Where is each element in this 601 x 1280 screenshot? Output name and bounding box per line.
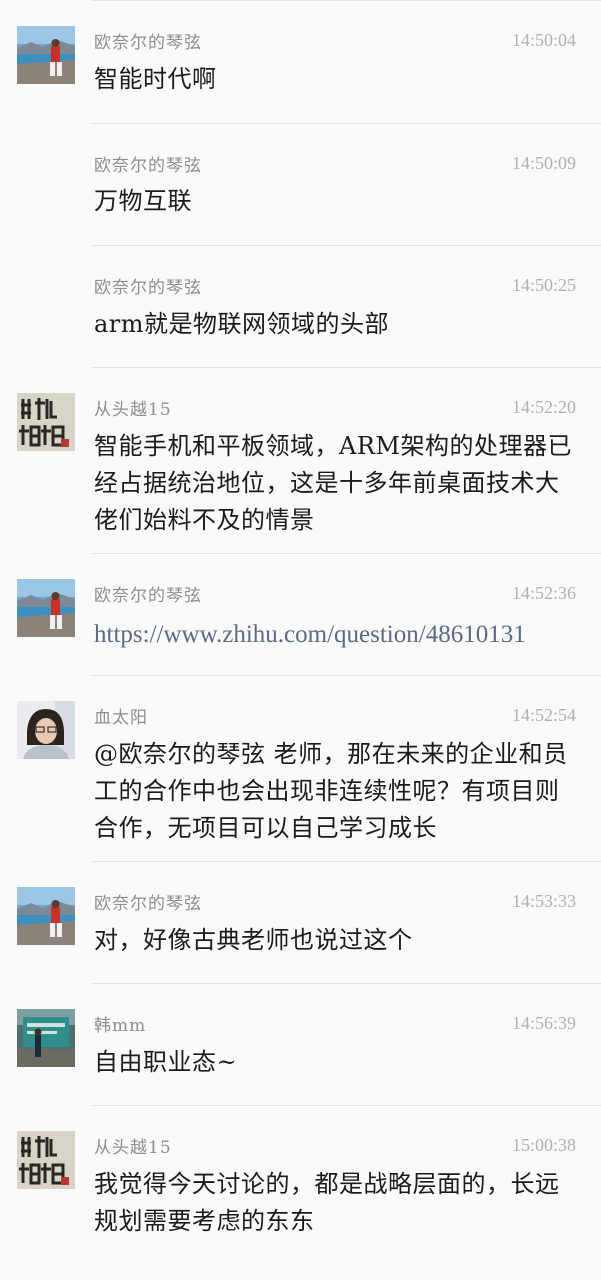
calligraphy-avatar-icon (17, 393, 75, 451)
sender-name: 欧奈尔的琴弦 (94, 586, 202, 606)
avatar[interactable] (17, 701, 75, 759)
chat-message[interactable]: 欧奈尔的琴弦 14:50:09 万物互联 (0, 123, 601, 245)
landscape-avatar-icon (17, 26, 75, 84)
stage-avatar-icon (17, 1009, 75, 1067)
timestamp: 14:52:36 (511, 583, 576, 603)
landscape-avatar-icon (17, 887, 75, 945)
chat-message[interactable]: 欧奈尔的琴弦 14:53:33 对，好像古典老师也说过这个 (0, 861, 601, 983)
sender-name: 欧奈尔的琴弦 (94, 156, 202, 176)
landscape-avatar-icon (17, 579, 75, 637)
chat-message[interactable]: 血太阳 14:52:54 @欧奈尔的琴弦 老师，那在未来的企业和员工的合作中也会… (0, 675, 601, 861)
timestamp: 14:50:25 (511, 275, 576, 295)
sender-name: 韩mm (94, 1016, 147, 1036)
avatar[interactable] (17, 1009, 75, 1067)
avatar[interactable] (17, 579, 75, 637)
message-text: 智能手机和平板领域，ARM架构的处理器已经占据统治地位，这是十多年前桌面技术大佬… (94, 432, 572, 534)
message-text: 对，好像古典老师也说过这个 (94, 926, 413, 954)
sender-name: 血太阳 (94, 708, 148, 728)
timestamp: 14:52:54 (511, 705, 576, 725)
message-text: 我觉得今天讨论的，都是战略层面的，长远规划需要考虑的东东 (94, 1170, 560, 1235)
sender-name: 从头越15 (94, 400, 172, 420)
message-text: @欧奈尔的琴弦 老师，那在未来的企业和员工的合作中也会出现非连续性呢？有项目则合… (94, 740, 568, 842)
timestamp: 14:56:39 (511, 1013, 576, 1033)
message-text: arm就是物联网领域的头部 (94, 310, 390, 338)
timestamp: 14:52:20 (511, 397, 576, 417)
avatar[interactable] (17, 887, 75, 945)
message-text: 自由职业态~ (94, 1048, 238, 1076)
sender-name: 从头越15 (94, 1138, 172, 1158)
chat-message[interactable]: 从头越15 14:52:20 智能手机和平板领域，ARM架构的处理器已经占据统治… (0, 367, 601, 553)
timestamp: 15:00:38 (511, 1135, 576, 1155)
chat-message[interactable]: 欧奈尔的琴弦 14:52:36 https://www.zhihu.com/qu… (0, 553, 601, 675)
timestamp: 14:50:09 (511, 153, 576, 173)
calligraphy-avatar-icon (17, 1131, 75, 1189)
timestamp: 14:50:04 (511, 30, 576, 50)
message-text: 万物互联 (94, 187, 192, 215)
avatar[interactable] (17, 1131, 75, 1189)
sender-name: 欧奈尔的琴弦 (94, 33, 202, 53)
message-text: 智能时代啊 (94, 65, 217, 93)
chat-message[interactable]: 欧奈尔的琴弦 14:50:25 arm就是物联网领域的头部 (0, 245, 601, 367)
avatar[interactable] (17, 26, 75, 84)
sender-name: 欧奈尔的琴弦 (94, 278, 202, 298)
timestamp: 14:53:33 (511, 891, 576, 911)
chat-message[interactable]: 欧奈尔的琴弦 14:50:04 智能时代啊 (0, 0, 601, 123)
avatar[interactable] (17, 393, 75, 451)
message-link[interactable]: https://www.zhihu.com/question/48610131 (94, 616, 580, 653)
chat-message[interactable]: 韩mm 14:56:39 自由职业态~ (0, 983, 601, 1105)
portrait-avatar-icon (17, 701, 75, 759)
chat-message[interactable]: 从头越15 15:00:38 我觉得今天讨论的，都是战略层面的，长远规划需要考虑… (0, 1105, 601, 1280)
sender-name: 欧奈尔的琴弦 (94, 894, 202, 914)
